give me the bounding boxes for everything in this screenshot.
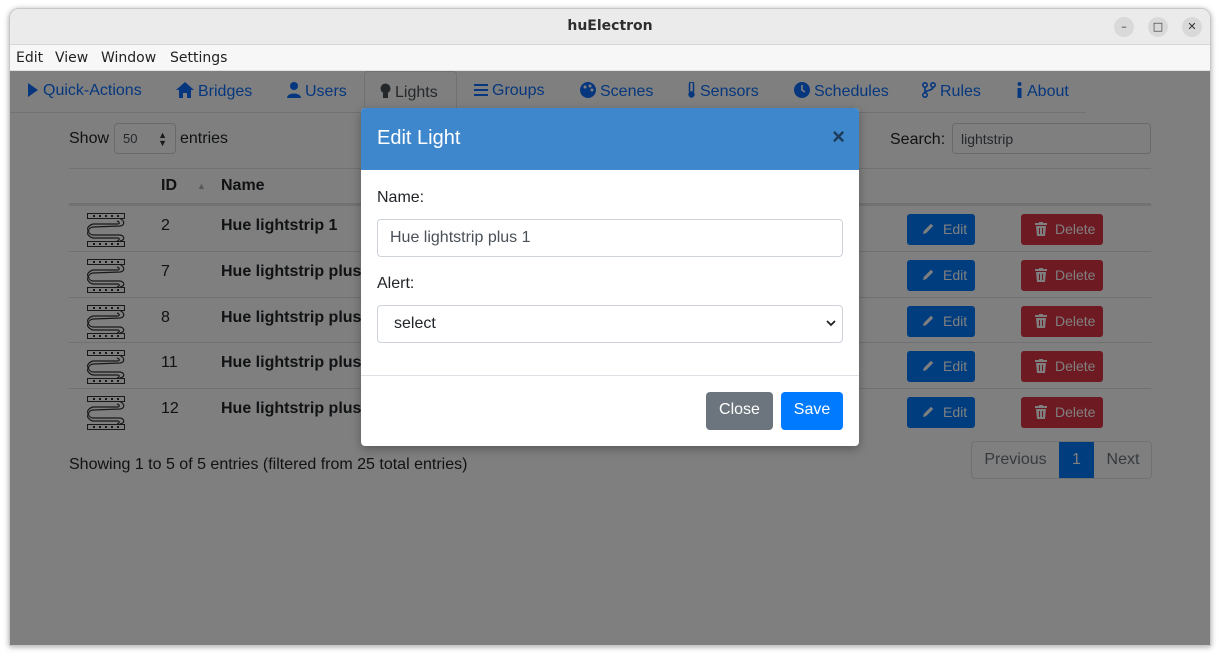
- menu-edit[interactable]: Edit: [16, 50, 43, 66]
- chevron-down-icon: [826, 320, 836, 327]
- alert-select-value: select: [394, 315, 436, 332]
- name-label: Name:: [377, 189, 425, 206]
- main-content: Quick-Actions Bridges Users Lights Group…: [10, 71, 1210, 645]
- title-bar: huElectron – □ ✕: [10, 9, 1210, 45]
- close-icon[interactable]: ×: [832, 124, 845, 150]
- close-window-button[interactable]: ✕: [1182, 17, 1202, 37]
- name-field[interactable]: Hue lightstrip plus 1: [377, 219, 843, 257]
- modal-header: Edit Light ×: [361, 108, 859, 170]
- menu-bar: Edit View Window Settings: [10, 45, 1210, 71]
- alert-select[interactable]: select: [377, 305, 843, 343]
- window-title: huElectron: [567, 18, 653, 34]
- app-window: huElectron – □ ✕ Edit View Window Settin…: [9, 8, 1211, 646]
- maximize-button[interactable]: □: [1148, 17, 1168, 37]
- menu-view[interactable]: View: [55, 50, 88, 66]
- menu-settings[interactable]: Settings: [170, 50, 227, 66]
- edit-light-modal: Edit Light × Name: Hue lightstrip plus 1…: [361, 108, 859, 446]
- minimize-button[interactable]: –: [1114, 17, 1134, 37]
- modal-footer: Close Save: [361, 375, 859, 446]
- save-button[interactable]: Save: [781, 392, 843, 430]
- alert-label: Alert:: [377, 275, 415, 292]
- close-button[interactable]: Close: [706, 392, 773, 430]
- menu-window[interactable]: Window: [101, 50, 156, 66]
- modal-title: Edit Light: [377, 127, 461, 149]
